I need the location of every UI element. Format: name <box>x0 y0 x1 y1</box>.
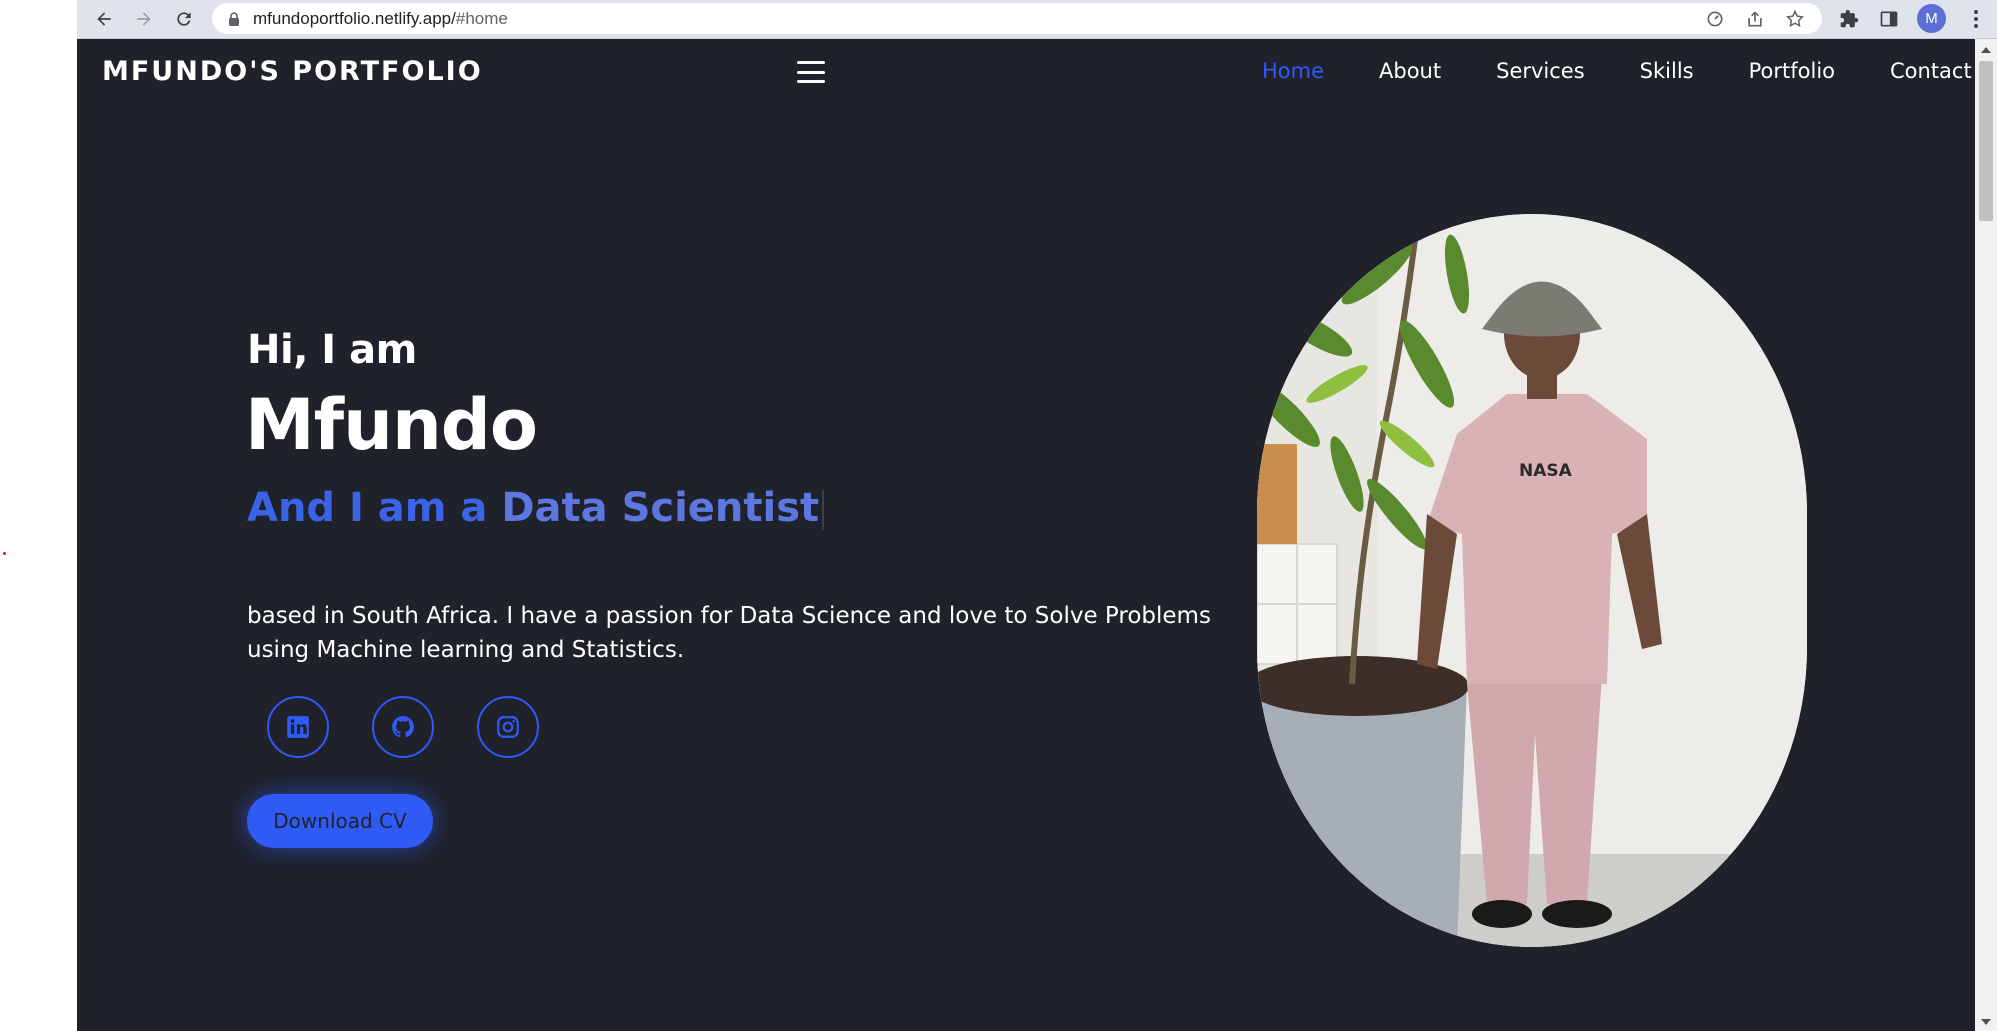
nav-link-about[interactable]: About <box>1379 59 1441 83</box>
profile-photo: NASA <box>1257 214 1807 947</box>
nav-link-contact[interactable]: Contact <box>1890 59 1972 83</box>
profile-avatar[interactable]: M <box>1917 4 1946 33</box>
page-scrollbar[interactable] <box>1975 39 1997 1031</box>
site-navbar: MFUNDO'S PORTFOLIO Home About Services S… <box>77 39 1975 107</box>
site-logo[interactable]: MFUNDO'S PORTFOLIO <box>102 56 483 87</box>
download-cv-button[interactable]: Download CV <box>247 794 433 848</box>
url-host: mfundoportfolio.netlify.app/ <box>253 9 456 28</box>
hero-description: based in South Africa. I have a passion … <box>247 603 1211 663</box>
github-link[interactable] <box>372 696 434 758</box>
scroll-down-arrow-icon[interactable] <box>1981 1019 1991 1025</box>
hero-role: And I am a Data Scientist <box>247 485 825 531</box>
github-icon <box>392 716 414 738</box>
scroll-thumb[interactable] <box>1979 61 1993 221</box>
nav-links: Home About Services Skills Portfolio Con… <box>1262 59 1972 83</box>
back-arrow-icon <box>97 12 111 26</box>
hamburger-menu-icon[interactable] <box>797 61 825 83</box>
share-icon[interactable] <box>1744 8 1766 30</box>
reload-button[interactable] <box>170 5 198 33</box>
extensions-puzzle-icon[interactable] <box>1836 6 1862 32</box>
scroll-up-arrow-icon[interactable] <box>1981 47 1991 53</box>
url-path: #home <box>455 9 508 28</box>
nav-link-home[interactable]: Home <box>1262 59 1324 83</box>
nav-link-skills[interactable]: Skills <box>1640 59 1694 83</box>
svg-text:NASA: NASA <box>1519 461 1573 481</box>
role-typed-text: Data Scientist <box>501 485 820 531</box>
hero-name: Mfundo <box>245 384 538 466</box>
instagram-link[interactable] <box>477 696 539 758</box>
stray-dot <box>3 552 6 555</box>
address-bar[interactable]: mfundoportfolio.netlify.app/#home <box>212 3 1822 34</box>
url-text[interactable]: mfundoportfolio.netlify.app/#home <box>253 9 508 29</box>
forward-arrow-icon <box>137 12 151 26</box>
linkedin-link[interactable] <box>267 696 329 758</box>
forward-button[interactable] <box>130 5 158 33</box>
profile-photo-illustration: NASA <box>1257 214 1807 947</box>
hero-greeting: Hi, I am <box>247 327 417 373</box>
performance-icon[interactable] <box>1704 8 1726 30</box>
portfolio-page: MFUNDO'S PORTFOLIO Home About Services S… <box>77 39 1975 1031</box>
back-button[interactable] <box>90 5 118 33</box>
typing-caret <box>822 490 825 530</box>
left-margin <box>0 0 77 1031</box>
reload-icon <box>177 12 191 26</box>
instagram-icon <box>497 716 519 738</box>
role-prefix: And I am a <box>247 485 502 531</box>
side-panel-icon[interactable] <box>1876 6 1902 32</box>
lock-icon <box>229 12 239 26</box>
bookmark-star-icon[interactable] <box>1784 8 1806 30</box>
linkedin-icon <box>287 716 309 738</box>
social-links <box>267 696 582 758</box>
browser-toolbar: mfundoportfolio.netlify.app/#home M <box>77 0 1997 39</box>
browser-menu-icon[interactable] <box>1966 8 1986 30</box>
nav-link-portfolio[interactable]: Portfolio <box>1749 59 1835 83</box>
nav-link-services[interactable]: Services <box>1496 59 1585 83</box>
